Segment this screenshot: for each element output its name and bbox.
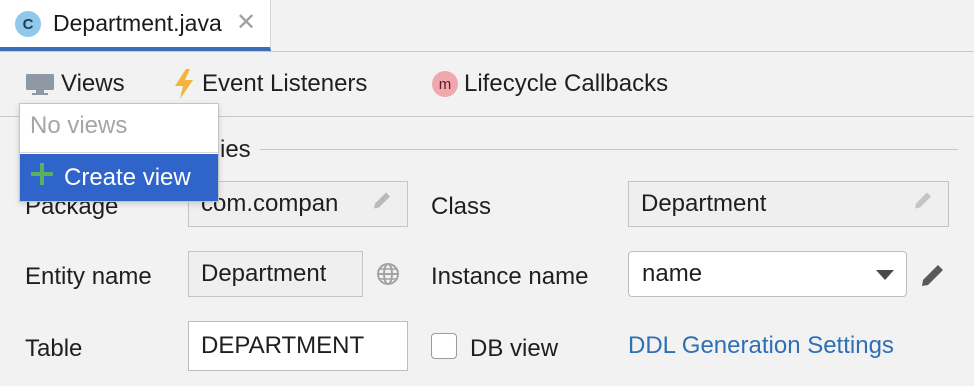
db-view-checkbox[interactable]: [431, 333, 457, 359]
tab-title: Department.java: [53, 10, 222, 36]
views-popup: No views Create view: [19, 103, 219, 202]
tab-department-java[interactable]: C Department.java ✕: [0, 0, 271, 51]
globe-icon[interactable]: [376, 262, 400, 291]
event-listeners-label: Event Listeners: [202, 70, 368, 97]
lifecycle-callbacks-label: Lifecycle Callbacks: [464, 70, 669, 97]
table-label: Table: [25, 335, 83, 362]
db-view-label: DB view: [470, 335, 559, 362]
popup-divider: [20, 152, 218, 153]
class-field[interactable]: Department: [628, 181, 949, 227]
entity-name-label: Entity name: [25, 263, 152, 290]
table-value: DEPARTMENT: [201, 332, 365, 359]
method-icon: m: [432, 71, 458, 97]
create-view-item[interactable]: Create view: [20, 154, 218, 201]
section-title: ies: [220, 136, 251, 163]
class-value: Department: [641, 190, 767, 217]
pencil-icon[interactable]: [919, 261, 947, 294]
chevron-down-icon: [876, 270, 894, 280]
table-field[interactable]: DEPARTMENT: [188, 321, 408, 371]
lightning-icon: [172, 68, 196, 100]
pencil-icon[interactable]: [912, 190, 934, 219]
create-view-label: Create view: [64, 163, 191, 191]
entity-name-field[interactable]: Department: [188, 251, 363, 297]
entity-name-value: Department: [201, 260, 327, 287]
lifecycle-callbacks-button[interactable]: m Lifecycle Callbacks: [432, 52, 668, 116]
no-views-text: No views: [30, 112, 128, 139]
editor-tab-bar: C Department.java ✕: [0, 0, 974, 52]
pencil-icon[interactable]: [371, 190, 393, 219]
instance-name-value: name: [642, 260, 703, 287]
monitor-icon: [25, 72, 55, 96]
plus-icon: [30, 162, 54, 193]
instance-name-select[interactable]: name: [628, 251, 907, 297]
ddl-generation-settings-link[interactable]: DDL Generation Settings: [628, 332, 894, 360]
close-icon[interactable]: ✕: [236, 8, 256, 37]
class-label: Class: [431, 193, 492, 220]
instance-name-label: Instance name: [431, 263, 589, 290]
views-label: Views: [61, 70, 125, 97]
package-value: com.compan: [201, 190, 339, 217]
section-divider: [260, 149, 958, 150]
package-field[interactable]: com.compan: [188, 181, 408, 227]
class-icon: C: [15, 11, 41, 37]
